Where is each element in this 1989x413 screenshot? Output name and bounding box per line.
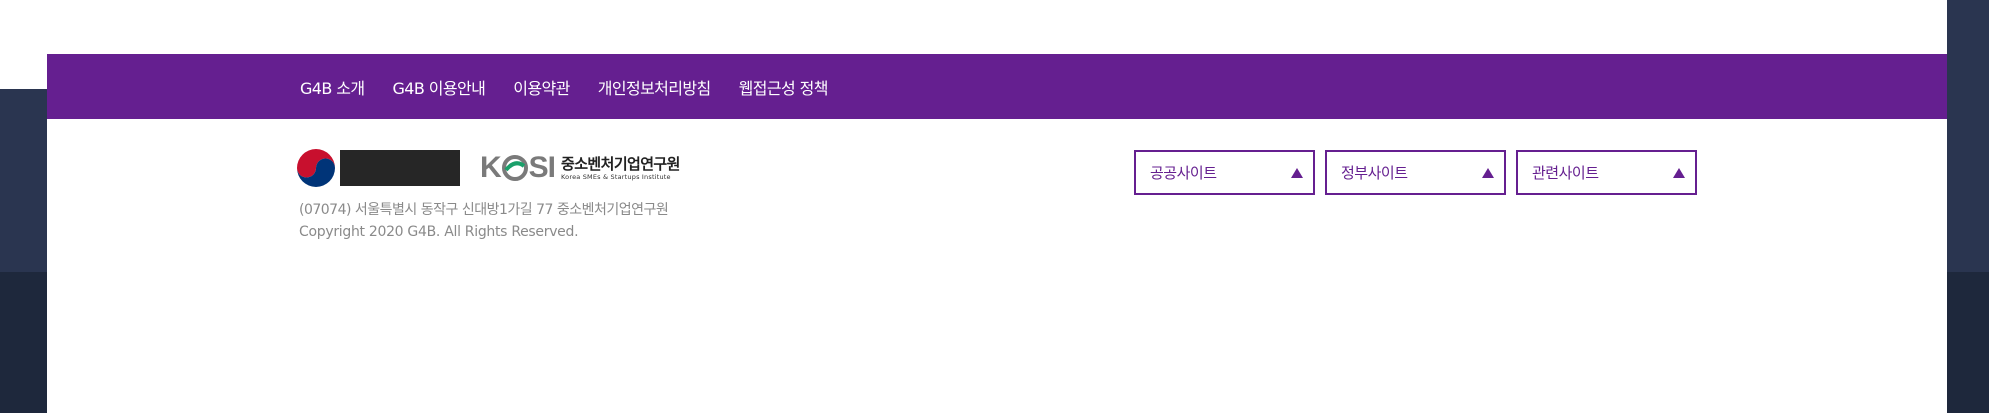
- select-label: 관련사이트: [1532, 164, 1599, 182]
- related-sites-select[interactable]: 관련사이트: [1516, 150, 1697, 195]
- redacted-logo: [340, 150, 460, 186]
- kosi-o-mark-icon: [501, 155, 528, 181]
- triangle-up-icon: [1673, 168, 1685, 178]
- nav-link-privacy-policy[interactable]: 개인정보처리방침: [598, 75, 712, 99]
- footer-nav-links: G4B 소개 G4B 이용안내 이용약관 개인정보처리방침 웹접근성 정책: [300, 54, 856, 119]
- triangle-up-icon: [1482, 168, 1494, 178]
- nav-link-g4b-guide[interactable]: G4B 이용안내: [392, 75, 485, 99]
- triangle-up-icon: [1291, 168, 1303, 178]
- footer-nav-bar: G4B 소개 G4B 이용안내 이용약관 개인정보처리방침 웹접근성 정책: [47, 54, 1947, 119]
- background-panel-left-upper: [0, 89, 47, 272]
- background-panel-left-lower: [0, 272, 47, 413]
- background-panel-right-lower: [1947, 272, 1989, 413]
- kosi-name: 중소벤처기업연구원 Korea SMEs & Startups Institut…: [561, 154, 680, 181]
- kosi-logo: K SI 중소벤처기업연구원 Korea SMEs & Startups Ins…: [480, 151, 680, 185]
- footer-logos: K SI 중소벤처기업연구원 Korea SMEs & Startups Ins…: [296, 148, 680, 188]
- kosi-letter-k: K: [480, 151, 502, 184]
- footer-address: (07074) 서울특별시 동작구 신대방1가길 77 중소벤처기업연구원: [299, 202, 669, 218]
- select-label: 공공사이트: [1150, 164, 1217, 182]
- site-footer: G4B 소개 G4B 이용안내 이용약관 개인정보처리방침 웹접근성 정책 K …: [47, 54, 1947, 413]
- kosi-name-korean: 중소벤처기업연구원: [561, 154, 680, 173]
- footer-copyright: Copyright 2020 G4B. All Rights Reserved.: [299, 224, 579, 240]
- nav-link-terms[interactable]: 이용약관: [513, 75, 570, 99]
- korea-government-emblem-icon: [297, 149, 335, 187]
- select-label: 정부사이트: [1341, 164, 1408, 182]
- background-panel-right-upper: [1947, 0, 1989, 272]
- public-sites-select[interactable]: 공공사이트: [1134, 150, 1315, 195]
- government-sites-select[interactable]: 정부사이트: [1325, 150, 1506, 195]
- nav-link-accessibility-policy[interactable]: 웹접근성 정책: [739, 75, 829, 99]
- kosi-name-english: Korea SMEs & Startups Institute: [561, 172, 671, 181]
- related-site-selects: 공공사이트 정부사이트 관련사이트: [1134, 150, 1707, 195]
- kosi-wordmark: K SI: [480, 151, 556, 185]
- kosi-letters-si: SI: [528, 151, 556, 184]
- nav-link-g4b-intro[interactable]: G4B 소개: [300, 75, 365, 99]
